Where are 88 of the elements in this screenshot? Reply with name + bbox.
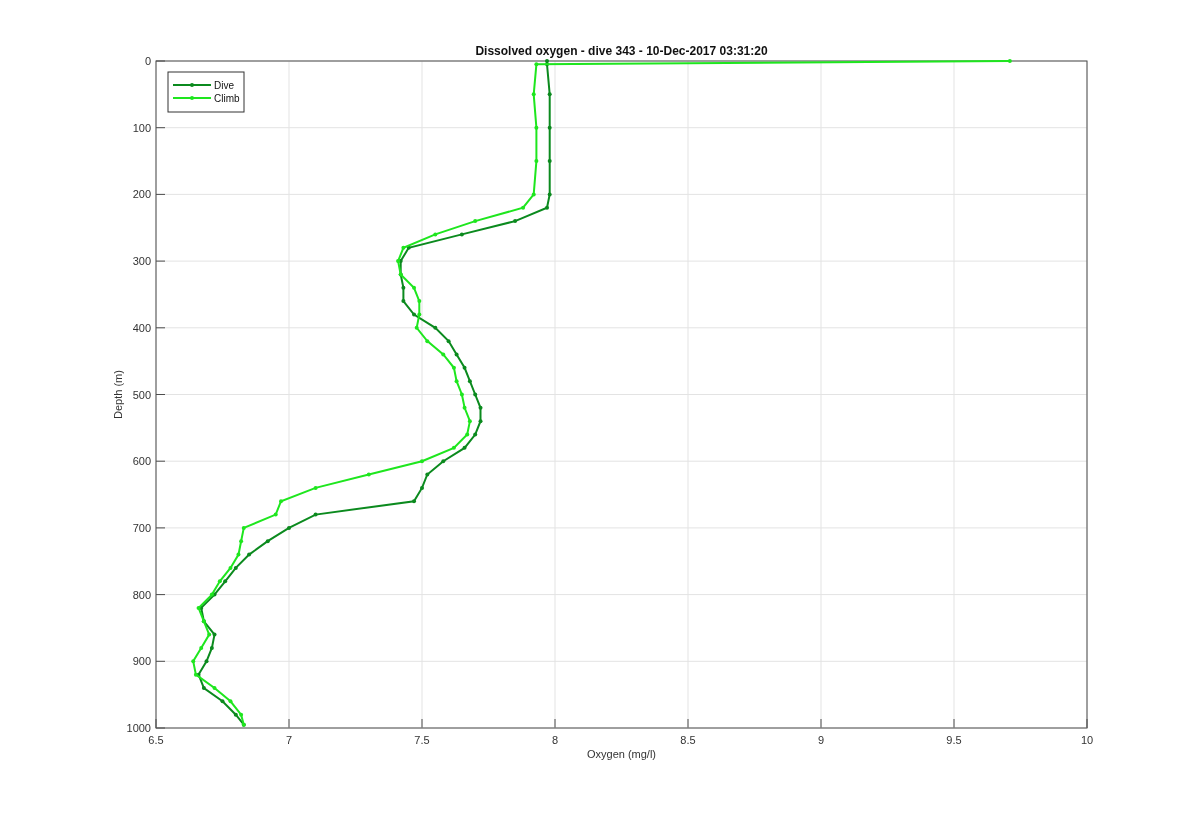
data-point: [265, 539, 270, 544]
data-point: [191, 659, 196, 664]
data-point: [420, 485, 424, 490]
tick-label: 500: [132, 388, 151, 401]
tick-label: 400: [132, 321, 151, 334]
data-point: [547, 159, 552, 164]
data-point: [241, 525, 246, 530]
data-point: [279, 499, 283, 504]
data-point: [420, 459, 424, 464]
data-point: [467, 379, 472, 384]
legend-label: Climb: [214, 93, 240, 104]
data-point: [401, 299, 406, 304]
data-point: [462, 405, 467, 410]
data-point: [467, 419, 472, 424]
data-point: [228, 699, 233, 704]
data-point: [454, 352, 459, 357]
tick-label: 100: [132, 121, 151, 134]
data-point: [313, 485, 318, 490]
data-point: [209, 645, 214, 650]
data-point: [212, 686, 217, 690]
data-point: [433, 325, 438, 330]
data-point: [459, 392, 464, 397]
data-point: [446, 339, 451, 344]
data-point: [545, 205, 549, 210]
data-point: [513, 219, 518, 224]
data-point: [201, 686, 206, 690]
tick-label: 6.5: [148, 734, 164, 746]
tick-label: 8: [551, 734, 559, 746]
data-point: [454, 379, 459, 384]
axis-label: Oxygen (mg/l): [586, 748, 657, 760]
data-point: [366, 472, 371, 477]
data-point: [433, 232, 438, 237]
data-point: [425, 339, 430, 344]
tick-label: 7: [285, 734, 293, 746]
data-point: [425, 472, 430, 477]
tick-label: 200: [132, 188, 151, 201]
data-point: [521, 205, 526, 210]
data-point: [287, 525, 291, 530]
tick-label: 600: [132, 455, 151, 468]
data-point: [236, 552, 241, 557]
data-point: [412, 499, 416, 504]
data-point: [313, 512, 318, 517]
tick-label: 7.5: [414, 734, 430, 746]
legend-label: Dive: [214, 80, 235, 91]
data-point: [412, 285, 416, 290]
tick-label: 1000: [126, 722, 151, 734]
data-point: [473, 432, 478, 437]
tick-label: 0: [144, 55, 151, 67]
data-point: [451, 365, 456, 370]
tick-label: 9.5: [946, 734, 962, 746]
axis-label: Depth (m): [112, 370, 124, 419]
tick-label: 700: [132, 521, 151, 534]
data-point: [273, 512, 278, 517]
data-point: [204, 659, 209, 664]
data-point: [473, 219, 478, 224]
data-point: [534, 125, 539, 130]
data-point: [462, 365, 467, 370]
data-point: [531, 192, 536, 197]
data-point: [199, 645, 204, 650]
data-point: [534, 159, 539, 164]
chart-title: Dissolved oxygen - dive 343 - 10-Dec-2017 03:31:20: [475, 44, 768, 58]
data-point: [441, 352, 446, 357]
data-point: [547, 192, 552, 197]
tick-label: 900: [132, 655, 151, 668]
data-point: [220, 699, 225, 704]
data-point: [478, 405, 483, 410]
data-point: [239, 539, 244, 544]
data-point: [1007, 59, 1012, 63]
data-point: [451, 445, 456, 450]
data-point: [414, 325, 419, 330]
data-point: [478, 419, 483, 424]
data-point: [459, 232, 464, 237]
data-point: [417, 299, 422, 304]
data-point: [547, 125, 552, 130]
data-point: [401, 285, 406, 290]
data-point: [531, 92, 536, 97]
data-point: [547, 92, 552, 97]
data-point: [465, 432, 470, 437]
tick-label: 8.5: [680, 734, 696, 746]
tick-label: 9: [817, 734, 825, 746]
tick-label: 10: [1080, 734, 1094, 746]
data-point: [462, 445, 467, 450]
tick-label: 300: [132, 255, 151, 268]
data-point: [247, 552, 252, 557]
data-point: [473, 392, 478, 397]
data-point: [441, 459, 446, 464]
data-point: [534, 62, 539, 67]
tick-label: 800: [132, 588, 151, 601]
